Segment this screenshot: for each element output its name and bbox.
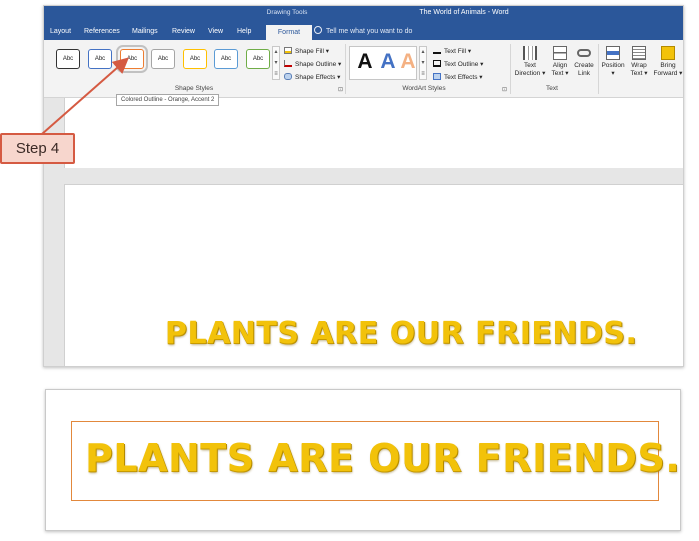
tab-help[interactable]: Help bbox=[235, 24, 253, 40]
word-window: Drawing Tools The World of Animals - Wor… bbox=[43, 5, 684, 367]
shape-style-label: Abc bbox=[126, 56, 138, 62]
document-wordart-text[interactable]: PLANTS ARE OUR FRIENDS. bbox=[165, 316, 637, 351]
text-direction-button[interactable]: Text Direction ▾ bbox=[513, 46, 547, 78]
shape-style-label: Abc bbox=[157, 56, 169, 62]
text-fill-label: Text Fill bbox=[444, 48, 467, 55]
title-bar: Drawing Tools The World of Animals - Wor… bbox=[44, 6, 683, 40]
group-separator bbox=[510, 44, 511, 94]
dialog-launcher-icon[interactable]: ⊡ bbox=[338, 86, 343, 93]
align-text-label-1: Align bbox=[552, 62, 568, 69]
align-text-icon bbox=[553, 46, 567, 60]
wordart-glyph: A bbox=[400, 50, 416, 73]
step-badge: Step 4 bbox=[0, 133, 75, 164]
shape-style-label: Abc bbox=[220, 56, 232, 62]
paint-bucket-icon bbox=[284, 47, 292, 54]
search-placeholder: Tell me what you want to do bbox=[326, 28, 413, 35]
create-link-button[interactable]: Create Link bbox=[572, 46, 596, 78]
shape-style-gold[interactable]: Abc bbox=[183, 49, 207, 69]
outlined-text-box: PLANTS ARE OUR FRIENDS. bbox=[71, 421, 680, 501]
screenshot-canvas: Drawing Tools The World of Animals - Wor… bbox=[0, 0, 699, 541]
tab-references[interactable]: References bbox=[82, 24, 122, 40]
wrap-text-label-1: Wrap bbox=[631, 62, 647, 69]
tab-format[interactable]: Format bbox=[266, 24, 312, 40]
result-wordart-text: PLANTS ARE OUR FRIENDS. bbox=[85, 436, 681, 480]
tab-review[interactable]: Review bbox=[170, 24, 197, 40]
shape-styles-group-label: Shape Styles bbox=[174, 85, 214, 92]
ribbon-tabs: Layout References Mailings Review View H… bbox=[44, 24, 683, 40]
shape-style-label: Abc bbox=[62, 56, 74, 62]
shape-style-label: Abc bbox=[252, 56, 264, 62]
tab-mailings[interactable]: Mailings bbox=[130, 24, 160, 40]
bring-forward-icon bbox=[661, 46, 675, 60]
position-label: Position bbox=[601, 62, 625, 69]
group-separator bbox=[345, 44, 346, 94]
shape-style-blue[interactable]: Abc bbox=[88, 49, 112, 69]
wordart-glyph: A bbox=[380, 50, 396, 73]
wordart-gallery-scroll[interactable]: ▴ ▾ ≡ bbox=[419, 46, 427, 80]
shape-style-label: Abc bbox=[189, 56, 201, 62]
text-outline-button[interactable]: Text Outline ▾ bbox=[433, 59, 483, 70]
text-effects-button[interactable]: Text Effects ▾ bbox=[433, 72, 483, 83]
position-button[interactable]: Position ▾ bbox=[599, 46, 627, 78]
tell-me-search[interactable]: Tell me what you want to do bbox=[314, 24, 412, 40]
text-fill-button[interactable]: Text Fill ▾ bbox=[433, 46, 471, 57]
wordart-styles-group-label: WordArt Styles bbox=[402, 85, 446, 92]
text-outline-icon bbox=[433, 60, 441, 67]
wrap-text-button[interactable]: Wrap Text ▾ bbox=[628, 46, 650, 78]
ribbon: Abc Abc Abc Abc Abc Abc Abc ▴ ▾ ≡ Shape Fi… bbox=[44, 40, 683, 98]
shape-outline-label: Shape Outline bbox=[295, 61, 337, 68]
shape-style-black[interactable]: Abc bbox=[56, 49, 80, 69]
wrap-text-icon bbox=[632, 46, 646, 60]
bring-forward-label-1: Bring bbox=[660, 62, 676, 69]
shape-fill-label: Shape Fill bbox=[295, 48, 324, 55]
bring-forward-label-2: Forward bbox=[653, 70, 678, 77]
shape-effects-button[interactable]: Shape Effects ▾ bbox=[284, 72, 340, 83]
text-fill-icon bbox=[433, 47, 441, 54]
create-link-label-1: Create bbox=[574, 62, 594, 69]
shape-effects-label: Shape Effects bbox=[295, 74, 336, 81]
shape-style-gray[interactable]: Abc bbox=[151, 49, 175, 69]
shape-style-orange[interactable]: Abc bbox=[116, 45, 148, 73]
bring-forward-button[interactable]: Bring Forward ▾ bbox=[651, 46, 683, 78]
pen-icon bbox=[284, 60, 292, 67]
text-outline-label: Text Outline bbox=[444, 61, 479, 68]
shape-style-light-blue[interactable]: Abc bbox=[214, 49, 238, 69]
dialog-launcher-icon[interactable]: ⊡ bbox=[502, 86, 507, 93]
shape-fill-button[interactable]: Shape Fill ▾ bbox=[284, 46, 329, 57]
tab-layout[interactable]: Layout bbox=[48, 24, 73, 40]
style-tooltip: Colored Outline - Orange, Accent 2 bbox=[116, 94, 220, 106]
shape-style-green[interactable]: Abc bbox=[246, 49, 270, 69]
document-page bbox=[64, 98, 683, 168]
text-direction-label-1: Text bbox=[524, 62, 536, 69]
shape-outline-button[interactable]: Shape Outline ▾ bbox=[284, 59, 341, 70]
text-group-label: Text bbox=[546, 85, 558, 92]
text-direction-label-2: Direction bbox=[514, 70, 541, 77]
wordart-glyph: A bbox=[357, 50, 373, 73]
tab-view[interactable]: View bbox=[206, 24, 225, 40]
text-direction-icon bbox=[523, 46, 537, 60]
shape-style-label: Abc bbox=[94, 56, 106, 62]
result-preview: PLANTS ARE OUR FRIENDS. bbox=[45, 389, 681, 531]
contextual-tab-group-label: Drawing Tools bbox=[266, 9, 308, 16]
shape-styles-gallery-scroll[interactable]: ▴ ▾ ≡ bbox=[272, 46, 280, 80]
search-icon bbox=[314, 26, 322, 34]
wordart-style-orange[interactable]: A bbox=[398, 49, 418, 75]
align-text-button[interactable]: Align Text ▾ bbox=[548, 46, 572, 78]
document-title: The World of Animals - Word bbox=[419, 9, 509, 16]
text-effects-label: Text Effects bbox=[444, 74, 478, 81]
align-text-label-2: Text bbox=[551, 70, 564, 77]
create-link-label-2: Link bbox=[578, 70, 590, 77]
wrap-text-label-2: Text bbox=[630, 70, 643, 77]
text-effects-icon bbox=[433, 73, 441, 80]
position-icon bbox=[606, 46, 620, 60]
shape-effects-icon bbox=[284, 73, 292, 80]
chain-link-icon bbox=[577, 49, 591, 57]
